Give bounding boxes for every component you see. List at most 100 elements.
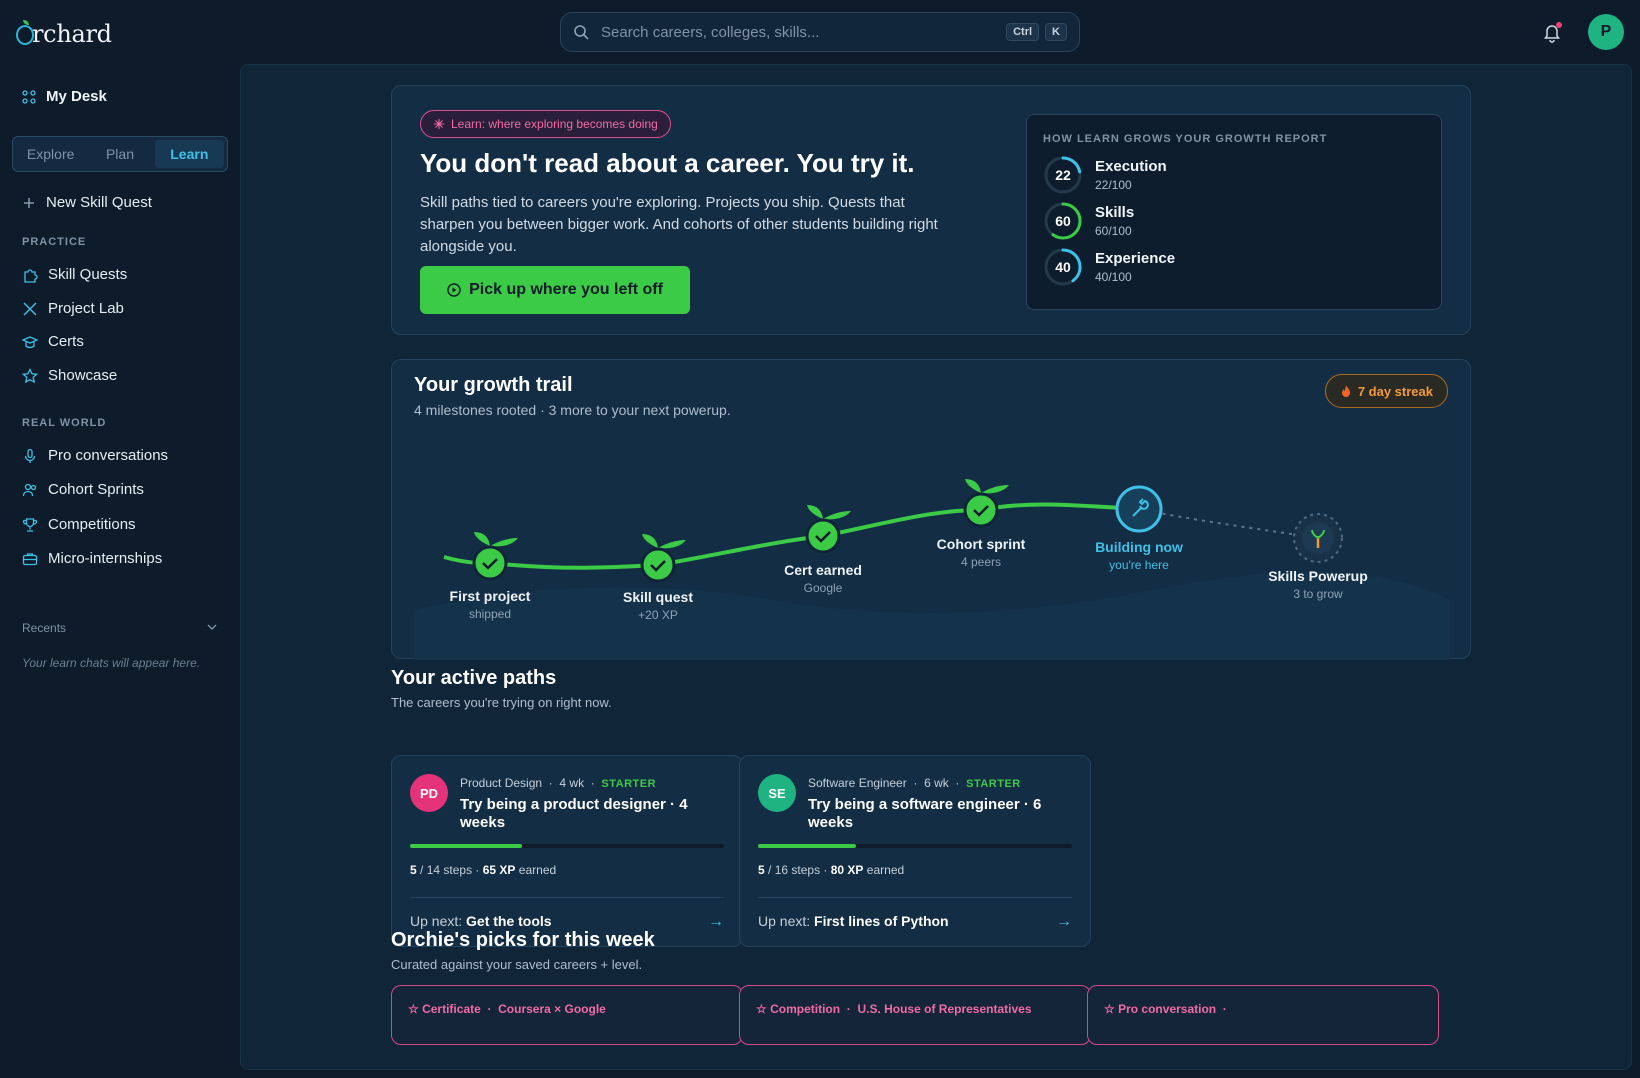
path-card-software-engineer[interactable]: SE Software Engineer · 6 wk · STARTER Tr… bbox=[739, 755, 1091, 947]
path-card-product-design[interactable]: PD Product Design · 4 wk · STARTER Try b… bbox=[391, 755, 743, 947]
milestone-sub: you're here bbox=[1109, 558, 1169, 572]
milestone-sub: Google bbox=[803, 581, 843, 595]
next-prefix: Up next: bbox=[758, 913, 811, 929]
tab-learn[interactable]: Learn bbox=[154, 140, 224, 168]
steps-done: 5 bbox=[758, 863, 765, 877]
milestone-first-project[interactable] bbox=[472, 532, 518, 581]
sidebar-item-micro-internships[interactable]: Micro-internships bbox=[22, 550, 162, 567]
milestone-label: Skills Powerup 3 to grow bbox=[1248, 568, 1388, 601]
arrow-right-icon[interactable]: → bbox=[708, 913, 724, 931]
path-meta: Software Engineer · 6 wk · STARTER bbox=[808, 776, 1021, 790]
score-value: 60 bbox=[1055, 213, 1071, 229]
milestone-cohort-sprint[interactable] bbox=[963, 479, 1009, 528]
milestone-title: Cohort sprint bbox=[936, 536, 1026, 552]
xp-suffix: earned bbox=[866, 863, 905, 877]
sidebar-item-certs[interactable]: Certs bbox=[22, 333, 84, 350]
score-value: 40 bbox=[1055, 259, 1071, 275]
path-level: STARTER bbox=[966, 778, 1021, 790]
search-input[interactable] bbox=[601, 23, 1001, 41]
notification-dot bbox=[1556, 22, 1562, 28]
milestone-label: First project shipped bbox=[420, 588, 560, 621]
star-icon bbox=[22, 367, 38, 383]
path-stats: 5 / 16 steps · 80 XP earned bbox=[758, 863, 904, 877]
users-icon bbox=[22, 483, 37, 496]
pick-source: U.S. House of Representatives bbox=[857, 1002, 1032, 1016]
path-progress-bar bbox=[410, 844, 724, 848]
active-paths-title: Your active paths bbox=[391, 667, 557, 689]
path-progress-fill bbox=[410, 844, 523, 848]
recents-title: Recents bbox=[22, 621, 67, 635]
milestone-label: Skill quest +20 XP bbox=[588, 589, 728, 622]
arrow-right-icon[interactable]: → bbox=[1056, 913, 1072, 931]
report-row-experience: 40 Experience 40/100 bbox=[1043, 247, 1175, 287]
milestone-title: Building now bbox=[1095, 539, 1183, 555]
notifications-button[interactable] bbox=[1541, 21, 1563, 43]
sidebar-item-skill-quests[interactable]: Skill Quests bbox=[22, 266, 127, 283]
path-next: Up next: First lines of Python bbox=[758, 913, 949, 929]
path-title: Try being a software engineer · 6 weeks bbox=[808, 796, 1042, 831]
score-sub: 60/100 bbox=[1095, 224, 1132, 238]
next-step: First lines of Python bbox=[814, 913, 949, 929]
pick-label: ☆ Pro conversation · bbox=[1104, 1002, 1231, 1016]
pick-label: ☆ Certificate · Coursera × Google bbox=[408, 1002, 606, 1016]
sidebar-item-label: Project Lab bbox=[48, 300, 124, 317]
milestone-sub: shipped bbox=[468, 607, 512, 621]
path-duration: 6 wk bbox=[924, 776, 949, 790]
milestone-skill-quest[interactable] bbox=[640, 534, 686, 583]
path-career: Product Design bbox=[460, 776, 543, 790]
search-icon bbox=[574, 25, 589, 40]
tab-plan[interactable]: Plan bbox=[85, 140, 154, 168]
shortcut-k: K bbox=[1045, 23, 1067, 41]
path-title: Try being a product designer · 4 weeks bbox=[460, 796, 688, 831]
milestone-label: Cohort sprint 4 peers bbox=[911, 536, 1051, 569]
resume-button[interactable]: Pick up where you left off bbox=[420, 266, 690, 314]
search-bar[interactable]: Ctrl K bbox=[560, 12, 1080, 52]
user-avatar[interactable]: P bbox=[1588, 14, 1624, 50]
hero-card: Learn: where exploring becomes doing You… bbox=[391, 85, 1471, 335]
pick-card-competition[interactable]: ☆ Competition · U.S. House of Representa… bbox=[739, 985, 1091, 1045]
sparkle-icon bbox=[434, 119, 444, 129]
sidebar-item-label: Micro-internships bbox=[48, 550, 163, 567]
section-title-real-world: REAL WORLD bbox=[22, 417, 107, 429]
hero-body: Skill paths tied to careers you're explo… bbox=[420, 194, 938, 255]
sidebar-item-showcase[interactable]: Showcase bbox=[22, 367, 117, 384]
app-logo[interactable]: rchard bbox=[16, 20, 112, 48]
path-progress-fill bbox=[758, 844, 857, 848]
growth-report-title: HOW LEARN GROWS YOUR GROWTH REPORT bbox=[1043, 133, 1328, 145]
score-value: 22 bbox=[1055, 167, 1071, 183]
graduation-cap-icon bbox=[22, 335, 38, 348]
top-bar: rchard Ctrl K P bbox=[0, 0, 1640, 64]
pill-label: Learn: where exploring becomes doing bbox=[451, 117, 658, 131]
tab-explore[interactable]: Explore bbox=[16, 140, 85, 168]
sidebar-item-my-desk[interactable]: My Desk bbox=[22, 88, 107, 105]
milestone-building-now[interactable] bbox=[1115, 485, 1163, 533]
path-career: Software Engineer bbox=[808, 776, 907, 790]
sidebar-item-label: Certs bbox=[48, 333, 84, 350]
app-name: rchard bbox=[32, 20, 112, 48]
milestone-title: Skills Powerup bbox=[1268, 568, 1368, 584]
sidebar-item-pro-conversations[interactable]: Pro conversations bbox=[22, 447, 168, 464]
mode-switcher: Explore Plan Learn bbox=[12, 136, 228, 172]
sidebar-item-competitions[interactable]: Competitions bbox=[22, 516, 136, 533]
growth-trail-card: Your growth trail 4 milestones rooted · … bbox=[391, 359, 1471, 660]
milestone-sub: +20 XP bbox=[638, 608, 678, 622]
report-row-execution: 22 Execution 22/100 bbox=[1043, 155, 1167, 195]
divider bbox=[410, 897, 724, 898]
milestone-skills-powerup[interactable] bbox=[1293, 513, 1343, 563]
score-label: Skills bbox=[1095, 204, 1135, 221]
pick-card-certificate[interactable]: ☆ Certificate · Coursera × Google bbox=[391, 985, 743, 1045]
new-skill-quest-button[interactable]: New Skill Quest bbox=[22, 194, 152, 211]
sidebar-item-cohort-sprints[interactable]: Cohort Sprints bbox=[22, 481, 144, 498]
path-meta: Product Design · 4 wk · STARTER bbox=[460, 776, 657, 790]
milestone-cert-earned[interactable] bbox=[805, 505, 851, 554]
plus-icon bbox=[24, 197, 34, 208]
pick-card-pro-conversation[interactable]: ☆ Pro conversation · bbox=[1087, 985, 1439, 1045]
pick-kind: Competition bbox=[770, 1002, 841, 1016]
xp-suffix: earned bbox=[518, 863, 557, 877]
new-skill-quest-label: New Skill Quest bbox=[46, 194, 152, 211]
recents-header[interactable]: Recents bbox=[22, 621, 218, 635]
sidebar-item-project-lab[interactable]: Project Lab bbox=[22, 300, 124, 317]
pick-kind: Certificate bbox=[422, 1002, 481, 1016]
next-prefix: Up next: bbox=[410, 913, 463, 929]
score-ring: 60 bbox=[1043, 201, 1083, 241]
